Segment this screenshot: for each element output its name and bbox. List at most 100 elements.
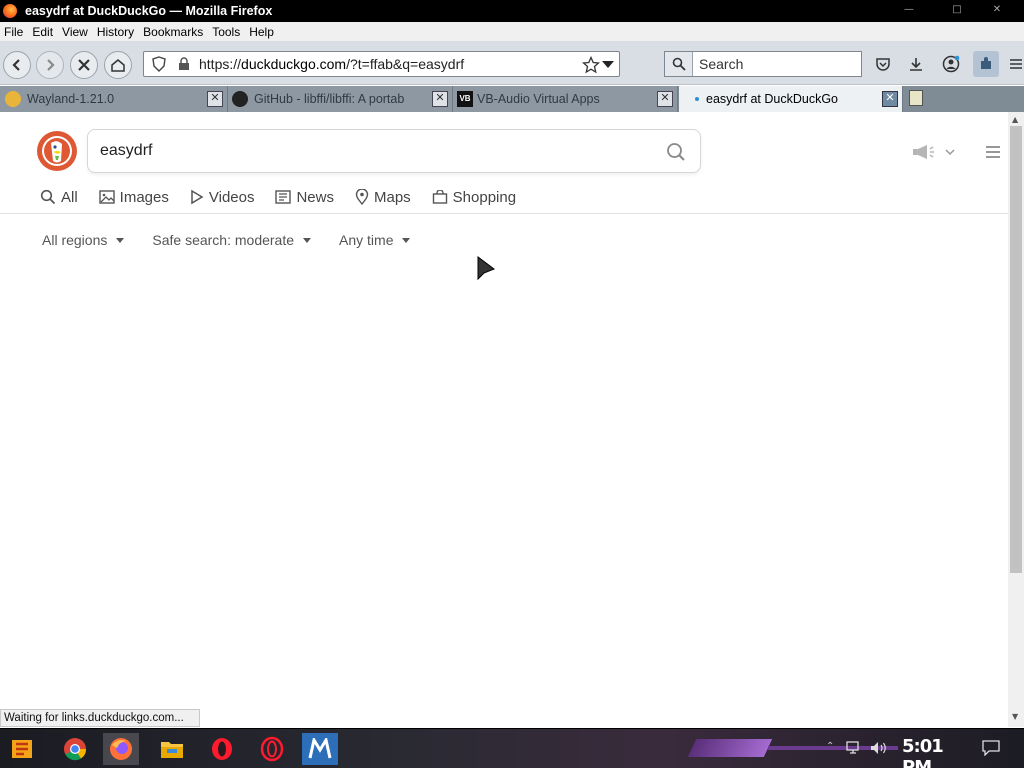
home-icon [111, 59, 125, 72]
tab-close-icon[interactable]: ✕ [657, 91, 673, 107]
scrollbar-thumb[interactable] [1010, 126, 1022, 573]
tab-close-icon[interactable]: ✕ [882, 91, 898, 107]
region-filter-dropdown[interactable]: All regions [42, 231, 125, 249]
caret-down-icon [402, 237, 411, 243]
filter-label: Safe search: moderate [152, 232, 295, 248]
search-icon [665, 52, 693, 76]
tab-shopping[interactable]: Shopping [432, 186, 516, 208]
firefox-taskbar-icon[interactable] [103, 733, 139, 765]
new-tab-icon[interactable] [909, 90, 923, 106]
chevron-down-icon[interactable] [944, 146, 956, 156]
close-x-icon [78, 59, 90, 71]
scroll-down-icon[interactable]: ▼ [1012, 712, 1018, 721]
back-arrow-icon [12, 59, 20, 71]
tab-label: News [296, 188, 334, 206]
duck-icon [42, 136, 72, 166]
stop-button[interactable] [70, 51, 98, 79]
tab-label: Videos [208, 188, 255, 206]
search-query-text: easydrf [100, 142, 153, 159]
show-hidden-icons-chevron-icon[interactable]: ⌃ [826, 741, 834, 752]
app-menu-icon[interactable] [1006, 54, 1024, 74]
account-icon[interactable] [941, 54, 961, 74]
ddg-search-input[interactable]: easydrf [87, 129, 701, 173]
url-bar[interactable]: https://duckduckgo.com/?t=ffab&q=easydrf [143, 51, 620, 77]
github-favicon-icon [232, 91, 248, 107]
menu-history[interactable]: History [93, 25, 138, 39]
start-menu-icon[interactable] [4, 733, 40, 765]
vertical-scrollbar[interactable]: ▲ ▼ [1008, 112, 1024, 727]
menu-bookmarks[interactable]: Bookmarks [139, 25, 207, 39]
opera-icon[interactable] [204, 733, 240, 765]
tab-vb-audio[interactable]: VB VB-Audio Virtual Apps ✕ [453, 86, 678, 112]
image-icon [98, 190, 115, 204]
forward-button[interactable] [36, 51, 64, 79]
back-button[interactable] [3, 51, 31, 79]
close-window-button[interactable]: ✕ [978, 2, 1016, 19]
tab-label: Maps [373, 188, 411, 206]
malwarebytes-icon[interactable] [302, 733, 338, 765]
search-icon [40, 189, 56, 205]
url-prefix: https:// [199, 56, 242, 72]
menu-view[interactable]: View [58, 25, 92, 39]
caret-down-icon [303, 237, 312, 243]
file-explorer-icon[interactable] [154, 733, 190, 765]
duckduckgo-logo[interactable] [37, 131, 77, 171]
search-icon[interactable] [666, 142, 686, 162]
tab-videos[interactable]: Videos [190, 186, 255, 208]
search-box[interactable]: Search [664, 51, 862, 77]
opera-gx-icon[interactable] [254, 733, 290, 765]
tab-duckduckgo[interactable]: easydrf at DuckDuckGo ✕ [679, 86, 903, 112]
tab-close-icon[interactable]: ✕ [432, 91, 448, 107]
downloads-icon[interactable] [906, 54, 926, 74]
wayland-favicon-icon [5, 91, 21, 107]
newspaper-icon [275, 190, 292, 204]
lock-icon[interactable] [178, 57, 190, 71]
tab-close-icon[interactable]: ✕ [207, 91, 223, 107]
menu-bar: File Edit View History Bookmarks Tools H… [0, 22, 1024, 41]
scroll-up-icon[interactable]: ▲ [1012, 115, 1018, 124]
time-filter-dropdown[interactable]: Any time [339, 231, 411, 249]
tab-github-libffi[interactable]: GitHub - libffi/libffi: A portab ✕ [228, 86, 453, 112]
bookmark-star-icon[interactable] [582, 56, 600, 74]
tab-wayland[interactable]: Wayland-1.21.0 ✕ [0, 86, 228, 112]
taskbar: ⌃ [0, 728, 1024, 768]
volume-icon[interactable] [870, 741, 888, 755]
tab-images[interactable]: Images [98, 186, 169, 208]
network-icon[interactable] [846, 741, 864, 755]
hamburger-menu-icon[interactable] [985, 145, 1001, 159]
mouse-cursor-icon [477, 256, 496, 281]
announcement-megaphone-icon[interactable] [911, 144, 939, 160]
play-icon [191, 189, 204, 205]
tab-all[interactable]: All [40, 186, 78, 208]
tab-label: easydrf at DuckDuckGo [706, 92, 838, 106]
shield-icon[interactable] [152, 56, 166, 72]
vb-audio-favicon-icon: VB [457, 91, 473, 107]
url-dropdown-icon[interactable] [602, 61, 614, 68]
loading-dot-icon [695, 97, 699, 101]
filter-label: All regions [42, 232, 108, 248]
menu-file[interactable]: File [0, 25, 27, 39]
pocket-icon[interactable] [873, 54, 893, 74]
minimize-button[interactable]: — [890, 2, 928, 19]
extensions-icon[interactable] [973, 51, 999, 77]
menu-edit[interactable]: Edit [28, 25, 57, 39]
menu-help[interactable]: Help [245, 25, 278, 39]
map-pin-icon [355, 189, 369, 205]
notifications-icon[interactable] [982, 740, 1000, 757]
tab-news[interactable]: News [275, 186, 334, 208]
home-button[interactable] [104, 51, 132, 79]
search-placeholder: Search [699, 56, 744, 72]
menu-tools[interactable]: Tools [208, 25, 244, 39]
ddg-search-tabs: All Images Videos News Maps Shopping [40, 186, 537, 208]
tab-bar: Wayland-1.21.0 ✕ GitHub - libffi/libffi:… [0, 86, 1024, 112]
taskbar-clock[interactable]: 5:01 PM [902, 736, 962, 778]
safe-search-dropdown[interactable]: Safe search: moderate [152, 231, 312, 249]
maximize-button[interactable]: □ [938, 2, 976, 19]
firefox-icon [3, 4, 17, 18]
tab-label: GitHub - libffi/libffi: A portab [254, 92, 405, 106]
tab-maps[interactable]: Maps [355, 186, 411, 208]
shopping-bag-icon [432, 190, 447, 204]
chrome-icon[interactable] [57, 733, 93, 765]
taskbar-decoration [687, 739, 773, 757]
url-domain: duckduckgo.com [241, 56, 347, 72]
